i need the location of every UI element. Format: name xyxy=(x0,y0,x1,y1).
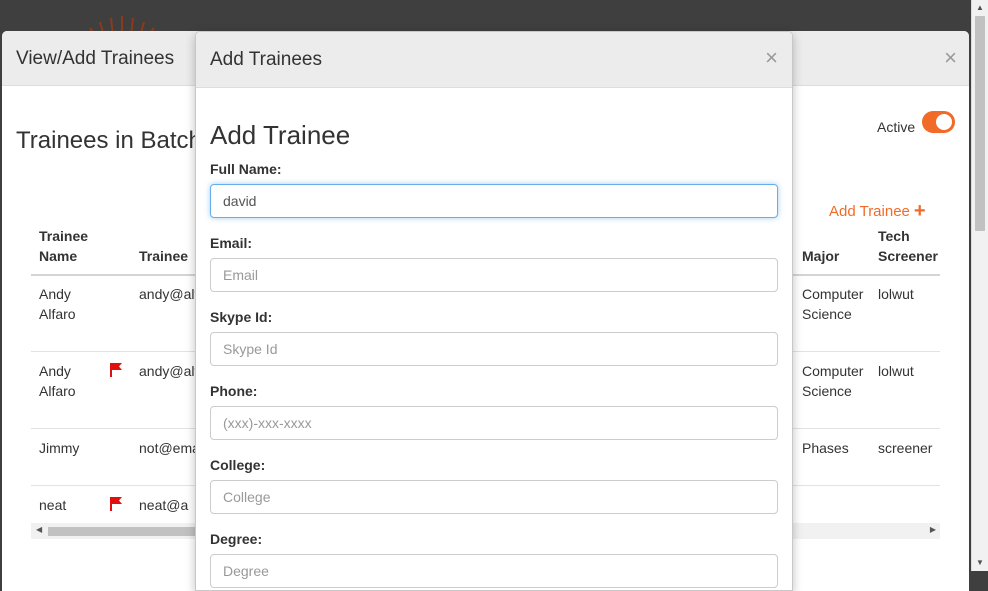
phone-label: Phone: xyxy=(210,383,258,399)
email-input[interactable] xyxy=(210,258,778,292)
column-header-tech-screener[interactable]: Tech Screener xyxy=(878,226,948,266)
add-trainees-title: Add Trainees xyxy=(210,49,322,70)
row-2-major: Computer Science xyxy=(802,363,864,399)
add-trainees-modal: Add Trainees × Add Trainee Full Name: Em… xyxy=(195,31,793,591)
row-1-major: Computer Science xyxy=(802,286,864,322)
row-3-name: Jimmy xyxy=(39,440,80,456)
view-trainees-close-button[interactable]: × xyxy=(944,45,957,71)
row-1-name: Andy Alfaro xyxy=(39,286,76,322)
add-trainee-label: Add Trainee xyxy=(829,203,910,220)
row-3-email: not@ema xyxy=(139,440,200,456)
scroll-right-arrow-icon[interactable]: ▶ xyxy=(930,525,936,534)
plus-icon: + xyxy=(913,200,926,222)
row-2-flag-icon[interactable] xyxy=(110,363,122,377)
scroll-up-arrow-icon[interactable]: ▲ xyxy=(976,3,984,12)
row-3-major: Phases xyxy=(802,440,849,456)
active-toggle-label: Active xyxy=(877,119,916,135)
row-2-email: andy@alf xyxy=(139,363,199,379)
page-scrollbar-thumb[interactable] xyxy=(975,16,985,231)
page-scrollbar[interactable]: ▲ ▼ xyxy=(971,0,988,571)
row-4-flag-icon[interactable] xyxy=(110,497,122,511)
row-2-name: Andy Alfaro xyxy=(39,363,76,399)
college-input[interactable] xyxy=(210,480,778,514)
row-1-email: andy@alf xyxy=(139,286,199,302)
add-trainees-close-button[interactable]: × xyxy=(765,45,778,71)
row-4-name: neat xyxy=(39,497,67,513)
skype-id-label: Skype Id: xyxy=(210,309,273,325)
degree-input[interactable] xyxy=(210,554,778,588)
scroll-left-arrow-icon[interactable]: ◀ xyxy=(36,525,42,534)
form-heading: Add Trainee xyxy=(210,120,351,150)
column-header-trainee-email[interactable]: Trainee xyxy=(139,246,188,266)
batch-heading: Trainees in Batch xyxy=(16,127,202,154)
degree-label: Degree: xyxy=(210,531,263,547)
skype-id-input[interactable] xyxy=(210,332,778,366)
view-trainees-title: View/Add Trainees xyxy=(16,48,175,69)
active-toggle[interactable] xyxy=(922,111,955,133)
email-label: Email: xyxy=(210,235,253,251)
add-trainee-button[interactable]: Add Trainee + xyxy=(829,199,926,222)
row-3-screener: screener xyxy=(878,440,933,456)
toggle-knob xyxy=(936,114,952,130)
row-1-screener: lolwut xyxy=(878,286,914,302)
scroll-down-arrow-icon[interactable]: ▼ xyxy=(976,558,984,567)
column-header-trainee-name[interactable]: Trainee Name xyxy=(39,226,109,266)
row-2-screener: lolwut xyxy=(878,363,914,379)
column-header-major[interactable]: Major xyxy=(802,246,839,266)
row-4-email: neat@a xyxy=(139,497,189,513)
full-name-label: Full Name: xyxy=(210,161,282,177)
add-trainees-header: Add Trainees × xyxy=(196,32,792,88)
full-name-input[interactable] xyxy=(210,184,778,218)
college-label: College: xyxy=(210,457,266,473)
phone-input[interactable] xyxy=(210,406,778,440)
